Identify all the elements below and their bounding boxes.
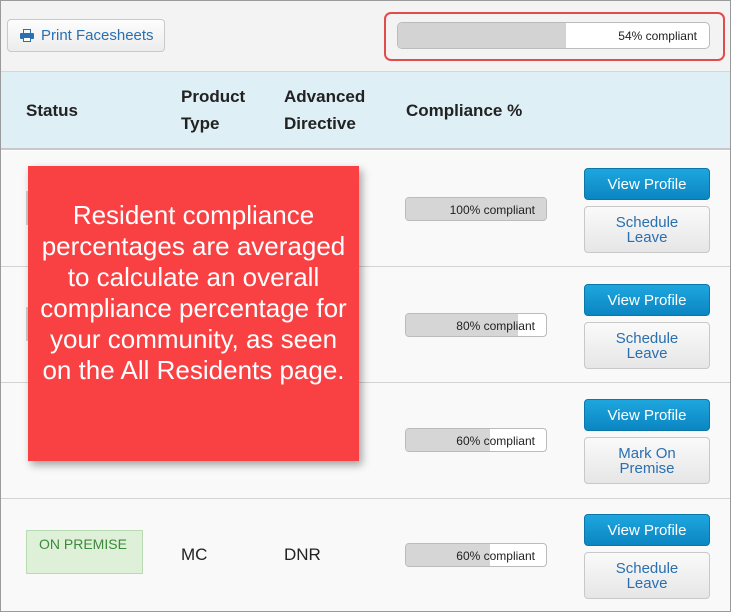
view-profile-button[interactable]: View Profile — [584, 514, 710, 546]
header-directive-line1: Advanced — [284, 87, 366, 106]
print-facesheets-button[interactable]: Print Facesheets — [7, 19, 165, 52]
compliance-bar: 60% compliant — [405, 543, 547, 567]
header-compliance-label: Compliance % — [406, 101, 523, 120]
header-advanced-directive[interactable]: Advanced Directive — [284, 83, 365, 137]
header-product-type[interactable]: Product Type — [181, 83, 245, 137]
residents-page: Print Facesheets 54% compliant Status Pr… — [0, 0, 731, 612]
toolbar: Print Facesheets 54% compliant — [1, 1, 730, 72]
printer-icon — [20, 29, 34, 42]
advanced-directive-cell: DNR — [284, 545, 321, 564]
header-directive-line2: Directive — [284, 114, 356, 133]
schedule-leave-button[interactable]: Schedule Leave — [584, 206, 710, 253]
overall-compliance-fill — [398, 23, 566, 48]
schedule-leave-button[interactable]: Schedule Leave — [584, 322, 710, 369]
view-profile-button[interactable]: View Profile — [584, 399, 710, 431]
compliance-bar: 100% compliant — [405, 197, 547, 221]
table-row: On Premise MC DNR 60% compliant View Pro… — [1, 499, 730, 611]
compliance-text: 100% compliant — [449, 203, 535, 217]
compliance-text: 60% compliant — [456, 434, 535, 448]
header-status[interactable]: Status — [26, 97, 78, 124]
compliance-explanation-callout: Resident compliance percentages are aver… — [28, 166, 359, 461]
compliance-text: 80% compliant — [456, 319, 535, 333]
overall-compliance-text: 54% compliant — [618, 29, 697, 43]
view-profile-button[interactable]: View Profile — [584, 168, 710, 200]
table-header: Status Product Type Advanced Directive C… — [1, 72, 730, 150]
mark-on-premise-button[interactable]: Mark On Premise — [584, 437, 710, 484]
status-badge: On Premise — [26, 530, 143, 574]
header-product-type-line2: Type — [181, 114, 220, 133]
product-type-cell: MC — [181, 545, 208, 564]
overall-compliance-bar: 54% compliant — [397, 22, 710, 49]
compliance-bar: 60% compliant — [405, 428, 547, 452]
print-facesheets-label: Print Facesheets — [41, 27, 154, 44]
header-status-label: Status — [26, 101, 78, 120]
compliance-text: 60% compliant — [456, 549, 535, 563]
header-compliance[interactable]: Compliance % — [406, 97, 522, 124]
header-product-type-line1: Product — [181, 87, 246, 106]
compliance-bar: 80% compliant — [405, 313, 547, 337]
view-profile-button[interactable]: View Profile — [584, 284, 710, 316]
schedule-leave-button[interactable]: Schedule Leave — [584, 552, 710, 599]
